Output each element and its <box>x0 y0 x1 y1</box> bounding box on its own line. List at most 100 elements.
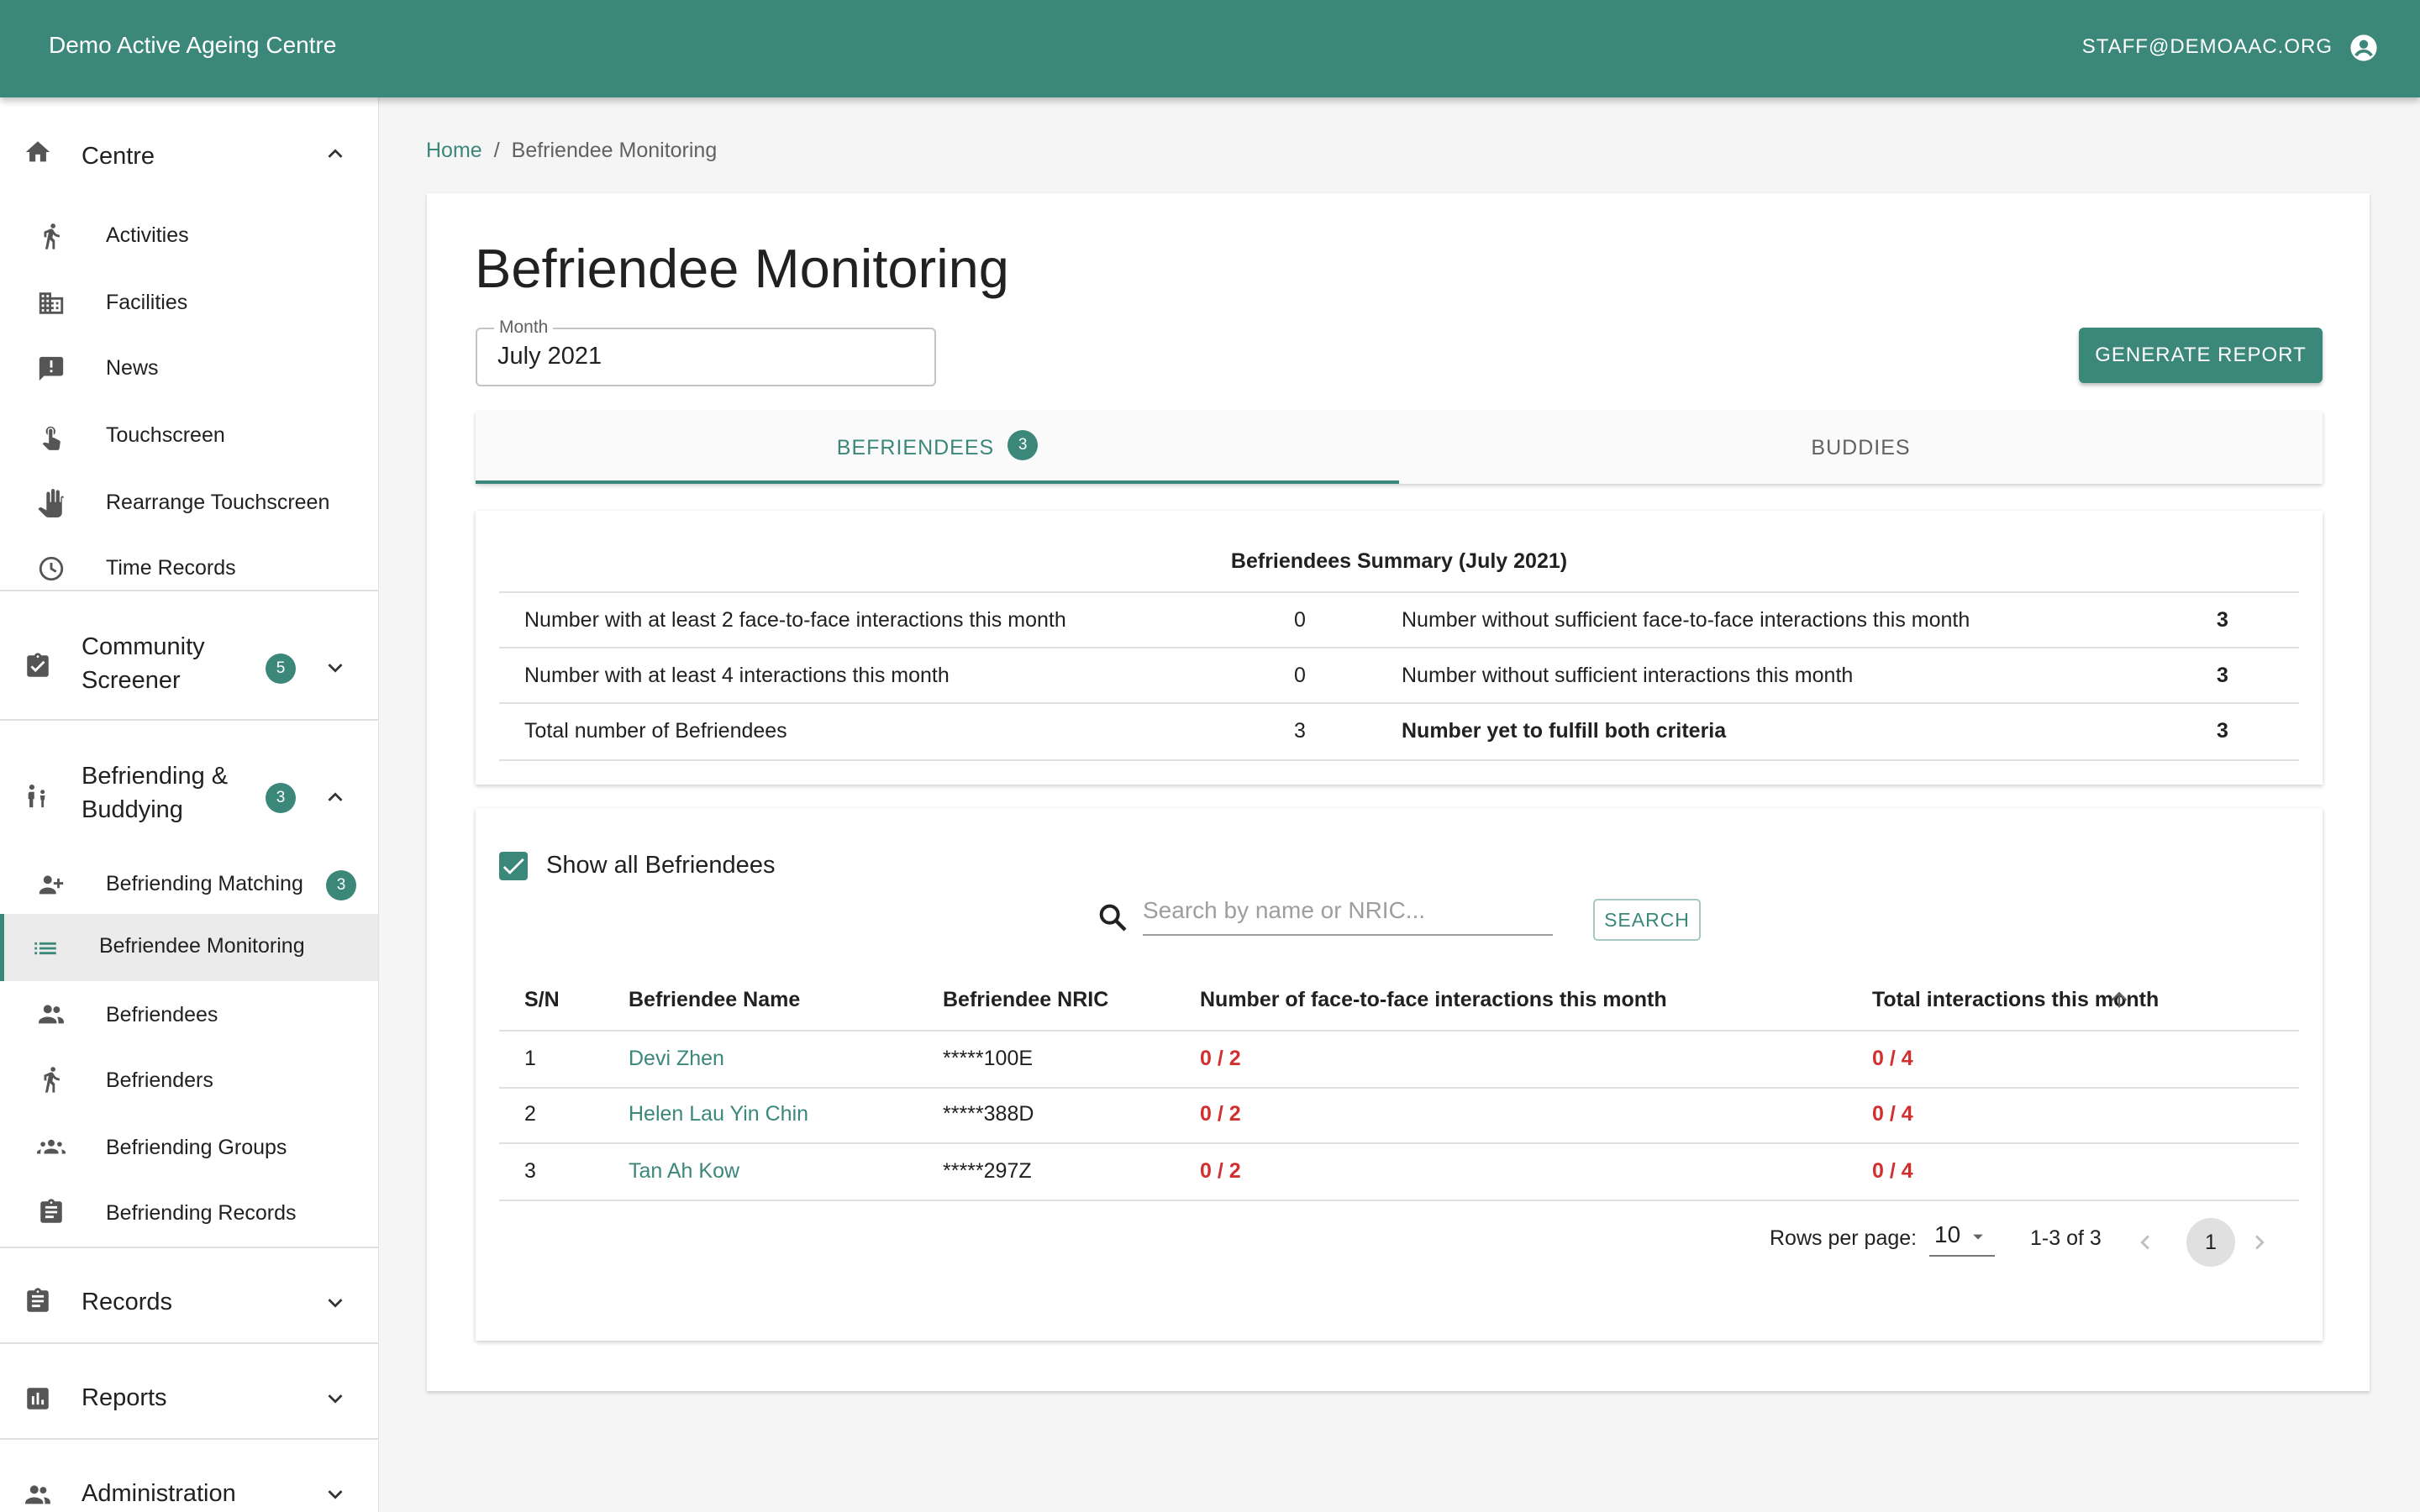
sidebar-item-befriendee-monitoring[interactable]: Befriendee Monitoring <box>0 914 378 981</box>
column-header[interactable]: Number of face-to-face interactions this… <box>1200 988 1667 1012</box>
chevron-down-icon[interactable] <box>321 1480 350 1509</box>
sidebar-group-befriending[interactable]: Befriending & Buddying 3 <box>0 748 378 840</box>
sidebar-item-activities[interactable]: Activities <box>0 207 378 265</box>
show-all-checkbox[interactable] <box>499 852 528 880</box>
home-icon <box>24 138 52 166</box>
befriendee-name-link[interactable]: Tan Ah Kow <box>629 1159 739 1184</box>
cell-total-interactions: 0 / 4 <box>1872 1102 1913 1126</box>
sidebar-divider <box>0 1247 378 1248</box>
sidebar-divider <box>0 719 378 721</box>
summary-row: Total number of Befriendees 3 Number yet… <box>499 702 2299 761</box>
tab-buddies[interactable]: BUDDIES <box>1399 412 2323 484</box>
cell-sn: 3 <box>524 1159 536 1183</box>
breadcrumb-current: Befriendee Monitoring <box>511 139 718 162</box>
sidebar-item-label: News <box>106 356 159 380</box>
check-icon <box>502 858 524 874</box>
run-icon <box>37 222 66 250</box>
summary-label: Number yet to fulfill both criteria <box>1402 719 1727 743</box>
sidebar-group-centre[interactable]: Centre <box>0 123 378 190</box>
sort-arrow-up-icon[interactable] <box>2107 988 2131 1011</box>
list-icon <box>31 934 60 963</box>
summary-label: Number with at least 4 interactions this… <box>524 664 950 687</box>
clock-icon <box>37 554 66 583</box>
cell-nric: *****388D <box>943 1102 1034 1126</box>
befriendee-name-link[interactable]: Helen Lau Yin Chin <box>629 1102 808 1126</box>
sidebar-divider <box>0 1438 378 1440</box>
sidebar-item-label: Befriending Matching <box>106 872 303 895</box>
breadcrumb-separator: / <box>493 139 500 162</box>
sidebar-group-label: Screener <box>82 667 181 694</box>
summary-value: 3 <box>2217 608 2228 632</box>
rows-per-page-label: Rows per page: <box>1770 1226 1918 1250</box>
befriendee-name-link[interactable]: Devi Zhen <box>629 1047 724 1071</box>
chevron-up-icon[interactable] <box>321 783 350 811</box>
cell-f2f-interactions: 0 / 2 <box>1200 1047 1241 1070</box>
sidebar-group-records[interactable]: Records <box>0 1260 378 1344</box>
chevron-down-icon[interactable] <box>321 1384 350 1413</box>
admin-people-icon <box>24 1480 52 1509</box>
count-badge: 3 <box>1007 430 1039 461</box>
user-email[interactable]: STAFF@DEMOAAC.ORG <box>2082 35 2333 59</box>
chevron-left-icon[interactable] <box>2131 1228 2160 1257</box>
column-header[interactable]: Befriendee NRIC <box>943 988 1108 1012</box>
sidebar-group-label: Records <box>82 1289 172 1315</box>
breadcrumb-home-link[interactable]: Home <box>426 139 482 162</box>
tab-label: BEFRIENDEES <box>836 436 995 459</box>
tab-label: BUDDIES <box>1811 436 1911 459</box>
month-picker[interactable]: Month July 2021 <box>476 318 936 386</box>
account-circle-icon[interactable] <box>2349 34 2378 62</box>
hand-icon <box>37 489 66 517</box>
column-header[interactable]: Befriendee Name <box>629 988 800 1012</box>
summary-label: Number without sufficient interactions t… <box>1402 664 1854 687</box>
sidebar-item-rearrange-touchscreen[interactable]: Rearrange Touchscreen <box>0 474 378 533</box>
sidebar-item-befriending-records[interactable]: Befriending Records <box>0 1183 378 1242</box>
sidebar-item-label: Befriending Groups <box>106 1136 287 1159</box>
clipboard-icon <box>37 1198 66 1226</box>
sidebar-item-touchscreen[interactable]: Touchscreen <box>0 407 378 465</box>
sidebar-item-label: Befrienders <box>106 1068 213 1092</box>
month-field-label: Month <box>494 318 554 338</box>
cell-nric: *****297Z <box>943 1159 1032 1183</box>
bar-chart-icon <box>24 1384 52 1413</box>
assignment-check-icon <box>24 652 52 680</box>
sidebar-item-befriendees[interactable]: Befriendees <box>0 984 378 1043</box>
chevron-down-icon[interactable] <box>321 1289 350 1317</box>
befriendees-table-card: Show all Befriendees Search by name or N… <box>476 808 2323 1341</box>
sidebar-item-label: Rearrange Touchscreen <box>106 491 330 514</box>
chevron-down-icon[interactable] <box>321 654 350 682</box>
summary-title: Befriendees Summary (July 2021) <box>1230 549 1568 573</box>
sidebar-divider <box>0 590 378 591</box>
count-badge: 5 <box>266 654 296 684</box>
person-add-icon <box>37 870 66 899</box>
chevron-up-icon[interactable] <box>321 139 350 168</box>
search-button[interactable]: SEARCH <box>1593 899 1701 941</box>
app-title: Demo Active Ageing Centre <box>49 32 337 58</box>
page-number-button[interactable]: 1 <box>2186 1218 2235 1267</box>
sidebar-item-befrienders[interactable]: Befrienders <box>0 1050 378 1109</box>
sidebar-item-befriending-matching[interactable]: Befriending Matching 3 <box>0 852 378 917</box>
rows-per-page-select[interactable]: 10 <box>1929 1218 1995 1257</box>
sidebar-group-label: Reports <box>82 1384 167 1411</box>
cell-f2f-interactions: 0 / 2 <box>1200 1102 1241 1126</box>
search-input[interactable]: Search by name or NRIC... <box>1143 897 1553 936</box>
cell-nric: *****100E <box>943 1047 1034 1070</box>
sidebar-item-label: Facilities <box>106 291 188 314</box>
touch-icon <box>37 422 66 450</box>
summary-value: 3 <box>2217 719 2228 743</box>
sidebar-group-community-screener[interactable]: Community Screener 5 <box>0 618 378 711</box>
show-all-label[interactable]: Show all Befriendees <box>546 852 775 879</box>
tab-indicator <box>476 480 1399 484</box>
chevron-right-icon[interactable] <box>2245 1228 2274 1257</box>
tabs: BEFRIENDEES 3 BUDDIES <box>476 412 2323 484</box>
cell-total-interactions: 0 / 4 <box>1872 1159 1913 1183</box>
sidebar-item-befriending-groups[interactable]: Befriending Groups <box>0 1117 378 1176</box>
generate-report-button[interactable]: GENERATE REPORT <box>2079 328 2323 383</box>
tab-befriendees[interactable]: BEFRIENDEES 3 <box>476 412 1399 484</box>
sidebar-item-facilities[interactable]: Facilities <box>0 274 378 333</box>
sidebar-item-news[interactable]: News <box>0 339 378 398</box>
sidebar: Centre Activities Facilities News Touchs… <box>0 97 379 1512</box>
sidebar-group-reports[interactable]: Reports <box>0 1356 378 1440</box>
sidebar-group-administration[interactable]: Administration <box>0 1452 378 1512</box>
column-header: S/N <box>524 988 560 1011</box>
table-row: 2 Helen Lau Yin Chin *****388D 0 / 2 0 /… <box>499 1087 2299 1144</box>
